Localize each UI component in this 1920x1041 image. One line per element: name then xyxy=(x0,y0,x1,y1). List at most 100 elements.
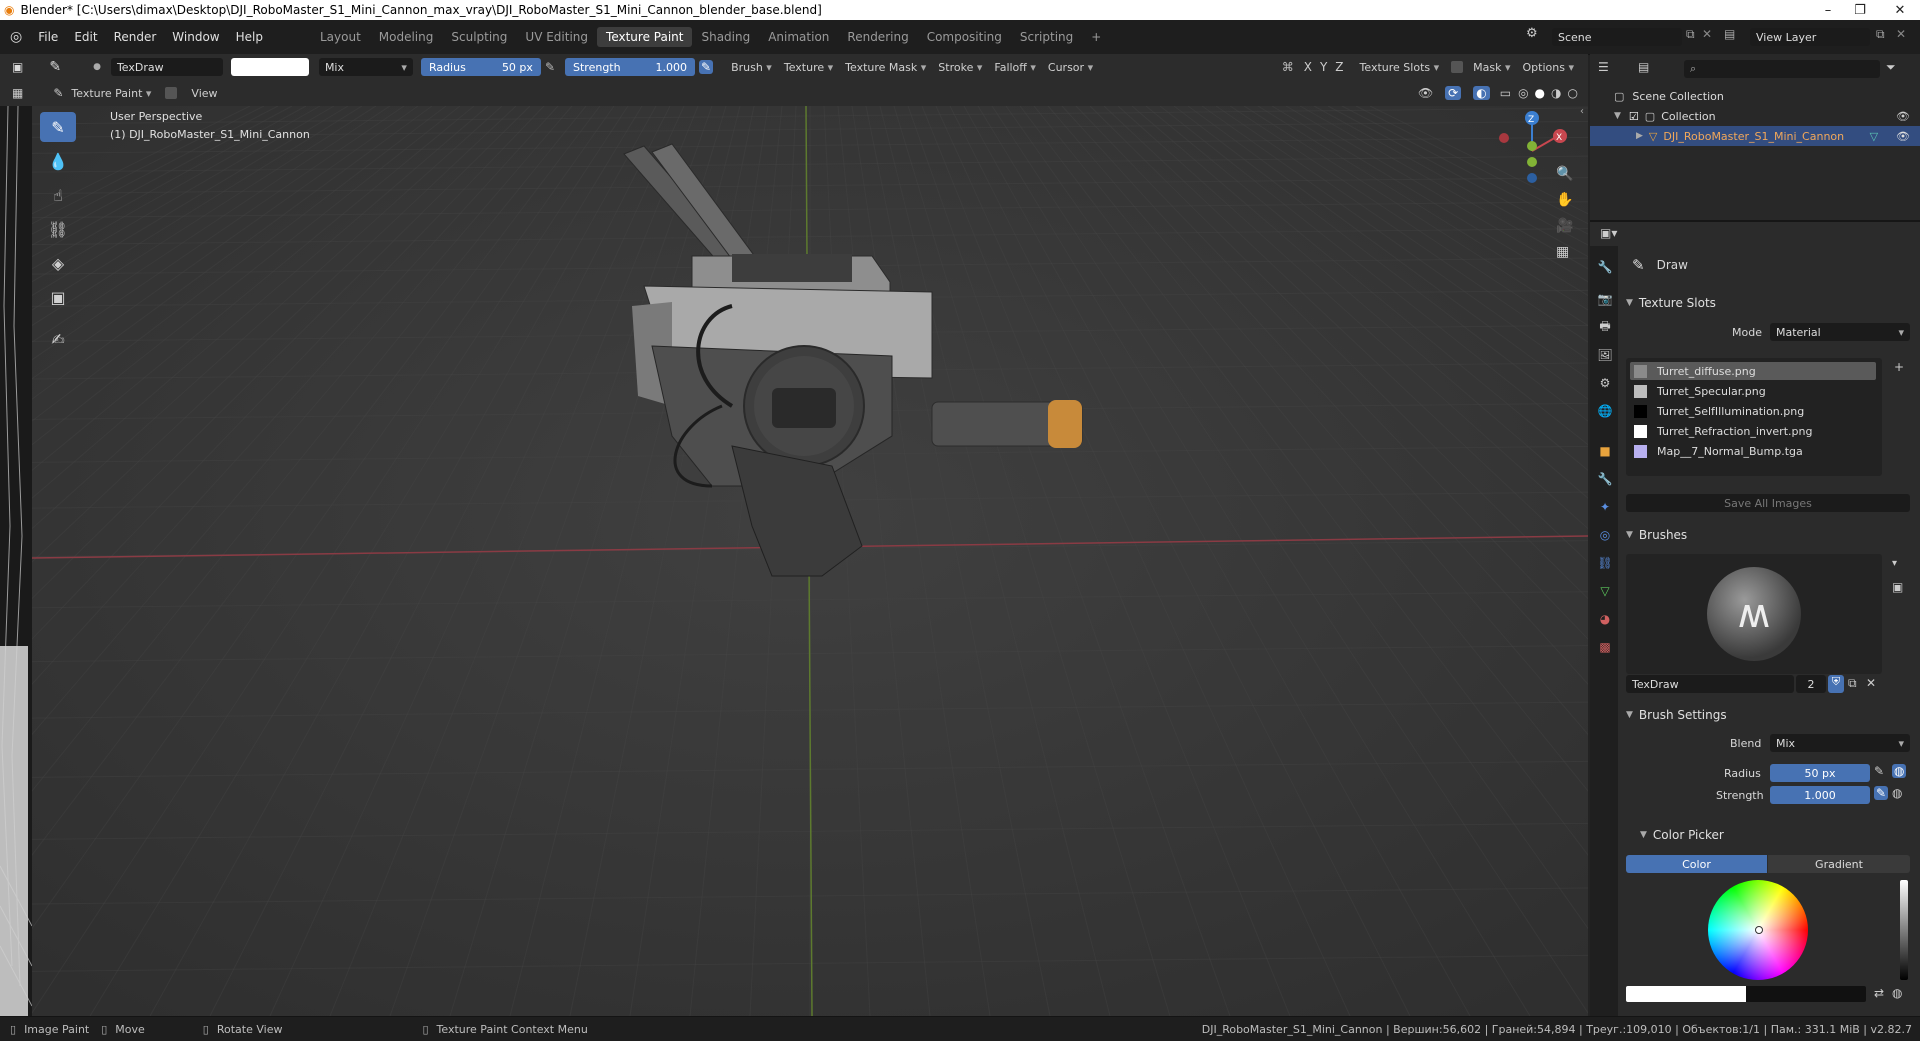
new-scene-icon[interactable]: ⧉ xyxy=(1686,27,1695,42)
save-all-images-button[interactable]: Save All Images xyxy=(1626,494,1910,512)
eyedropper-icon[interactable]: ◍ xyxy=(1892,986,1902,1000)
axis-z-toggle[interactable]: Z xyxy=(1335,60,1343,74)
view-layer-selector[interactable]: View Layer xyxy=(1750,28,1870,46)
tab-layout[interactable]: Layout xyxy=(311,27,370,47)
interaction-mode-dropdown[interactable]: Texture Paint xyxy=(65,87,157,100)
mask-mode-icon[interactable] xyxy=(165,87,178,99)
radius-unit-icon[interactable]: ◍ xyxy=(1892,764,1907,778)
solid-shading-icon[interactable]: ● xyxy=(1535,86,1545,100)
expand-object-icon[interactable]: ▶ xyxy=(1636,131,1643,141)
perspective-toggle-icon[interactable]: ▦ xyxy=(1556,244,1578,264)
minimize-button[interactable]: – xyxy=(1814,0,1842,20)
modifier-tab-icon[interactable]: 🔧 xyxy=(1596,470,1614,488)
brush-color-swatch[interactable] xyxy=(230,58,309,76)
gradient-tab[interactable]: Gradient xyxy=(1768,855,1910,873)
scene-tab-icon[interactable]: ⚙ xyxy=(1596,374,1614,392)
texture-slot-row[interactable]: Turret_Refraction_invert.png xyxy=(1630,422,1876,440)
object-tab-icon[interactable]: ■ xyxy=(1596,442,1614,460)
tab-sculpting[interactable]: Sculpting xyxy=(442,27,516,47)
wireframe-shading-icon[interactable]: ◎ xyxy=(1518,86,1528,100)
collection-visibility-icon[interactable]: 👁 xyxy=(1896,110,1910,123)
tab-uv-editing[interactable]: UV Editing xyxy=(516,27,597,47)
blend-dropdown[interactable]: Mix ▾ xyxy=(1770,734,1910,752)
soften-tool-icon[interactable]: 💧 xyxy=(40,146,76,176)
scene-icon[interactable]: ⚙ xyxy=(1526,26,1546,46)
axis-x-toggle[interactable]: X xyxy=(1304,60,1312,74)
strength-pressure-icon[interactable]: ✎ xyxy=(699,60,714,74)
radius-field[interactable]: 50 px xyxy=(1770,764,1870,782)
scene-selector[interactable]: Scene xyxy=(1552,28,1682,46)
physics-tab-icon[interactable]: ◎ xyxy=(1596,526,1614,544)
texture-dropdown[interactable]: Texture xyxy=(778,61,839,74)
texture-slots-panel-header[interactable]: ▼ Texture Slots xyxy=(1622,292,1912,314)
close-button[interactable]: ✕ xyxy=(1880,0,1920,20)
tab-scripting[interactable]: Scripting xyxy=(1011,27,1082,47)
strength-pressure-icon[interactable]: ✎ xyxy=(1874,786,1889,800)
remove-view-layer-icon[interactable]: ✕ xyxy=(1896,27,1906,41)
color-picker-panel-header[interactable]: ▼ Color Picker xyxy=(1636,824,1920,846)
mask-dropdown[interactable]: Mask xyxy=(1467,61,1516,74)
mask-checkbox[interactable] xyxy=(1451,61,1464,73)
outliner-search-input[interactable]: ⌕ xyxy=(1684,60,1880,78)
tab-rendering[interactable]: Rendering xyxy=(838,27,917,47)
tool-tab-icon[interactable]: 🔧 xyxy=(1596,258,1614,276)
properties-editor-icon[interactable]: ▣▾ xyxy=(1600,226,1617,240)
unlink-brush-icon[interactable]: ✕ xyxy=(1866,676,1876,690)
texture-slot-row[interactable]: Map__7_Normal_Bump.tga xyxy=(1630,442,1876,460)
color-swatch-bar[interactable] xyxy=(1626,986,1866,1002)
outliner-row-collection[interactable]: ▼ ☑ ▢ Collection 👁 xyxy=(1590,106,1920,126)
menu-render[interactable]: Render xyxy=(106,30,165,44)
sidebar-toggle-icon[interactable]: ‹ xyxy=(1580,106,1584,117)
brush-dropdown[interactable]: Brush xyxy=(725,61,778,74)
blend-mode-dropdown[interactable]: Mix ▾ xyxy=(318,58,413,76)
mode-grid-icon[interactable]: ▦ xyxy=(12,86,23,100)
object-visibility-icon[interactable]: 👁 xyxy=(1896,130,1910,143)
world-tab-icon[interactable]: 🌐 xyxy=(1596,402,1614,420)
smear-tool-icon[interactable]: ☝ xyxy=(40,180,76,210)
brush-browse-icon[interactable]: ▣ xyxy=(1892,580,1903,594)
constraints-tab-icon[interactable]: ⛓ xyxy=(1596,554,1614,572)
outliner-row-scene-collection[interactable]: ▢ Scene Collection xyxy=(1590,86,1920,106)
brush-settings-panel-header[interactable]: ▼ Brush Settings xyxy=(1622,704,1912,726)
stroke-dropdown[interactable]: Stroke xyxy=(932,61,988,74)
texture-slots-dropdown[interactable]: Texture Slots xyxy=(1354,61,1446,74)
filter-icon[interactable]: ⏷ xyxy=(1886,60,1896,75)
visibility-icon[interactable]: 👁 xyxy=(1418,86,1433,100)
blender-menu-icon[interactable]: ◎ xyxy=(10,29,22,45)
value-slider[interactable] xyxy=(1900,880,1908,980)
mask-tool-icon[interactable]: ▣ xyxy=(40,282,76,312)
brush-name-field[interactable]: TexDraw xyxy=(1626,675,1794,693)
symmetry-icon[interactable]: ⌘ xyxy=(1282,60,1294,74)
strength-slider[interactable]: Strength 1.000 xyxy=(565,58,695,76)
outliner-row-object[interactable]: ▶ ▽ DJI_RoboMaster_S1_Mini_Cannon ▽ 👁 xyxy=(1590,126,1920,146)
add-workspace-button[interactable]: + xyxy=(1082,27,1110,47)
data-tab-icon[interactable]: ▽ xyxy=(1596,582,1614,600)
particles-tab-icon[interactable]: ✦ xyxy=(1596,498,1614,516)
expand-collection-icon[interactable]: ▼ xyxy=(1614,111,1621,121)
tab-compositing[interactable]: Compositing xyxy=(918,27,1011,47)
zoom-icon[interactable]: 🔍 xyxy=(1556,166,1578,186)
brush-tool-icon[interactable]: ✎ xyxy=(49,59,61,75)
strength-unit-icon[interactable]: ◍ xyxy=(1892,786,1902,800)
radius-pressure-icon[interactable]: ✎ xyxy=(545,60,555,74)
strength-field[interactable]: 1.000 xyxy=(1770,786,1870,804)
annotate-tool-icon[interactable]: ✍ xyxy=(40,324,76,354)
collection-checkbox[interactable]: ☑ xyxy=(1629,110,1639,123)
material-shading-icon[interactable]: ◑ xyxy=(1551,86,1561,100)
tab-shading[interactable]: Shading xyxy=(692,27,759,47)
brush-menu-icon[interactable]: ▾ xyxy=(1892,558,1897,569)
view-menu[interactable]: View xyxy=(191,87,217,100)
remove-scene-icon[interactable]: ✕ xyxy=(1702,27,1712,41)
texture-mask-dropdown[interactable]: Texture Mask xyxy=(839,61,932,74)
view-layer-icon[interactable]: ▤ xyxy=(1724,27,1735,41)
tab-animation[interactable]: Animation xyxy=(759,27,838,47)
maximize-button[interactable]: ❐ xyxy=(1846,0,1874,20)
pan-hand-icon[interactable]: ✋ xyxy=(1556,192,1578,212)
texture-slot-row[interactable]: Turret_diffuse.png xyxy=(1630,362,1876,380)
fake-user-shield-icon[interactable]: ⛨ xyxy=(1828,675,1844,693)
texture-slot-row[interactable]: Turret_SelfIllumination.png xyxy=(1630,402,1876,420)
tab-modeling[interactable]: Modeling xyxy=(370,27,443,47)
radius-slider[interactable]: Radius 50 px xyxy=(420,58,541,76)
brushes-panel-header[interactable]: ▼ Brushes xyxy=(1622,524,1912,546)
brush-preview[interactable]: ʍ xyxy=(1626,554,1882,674)
